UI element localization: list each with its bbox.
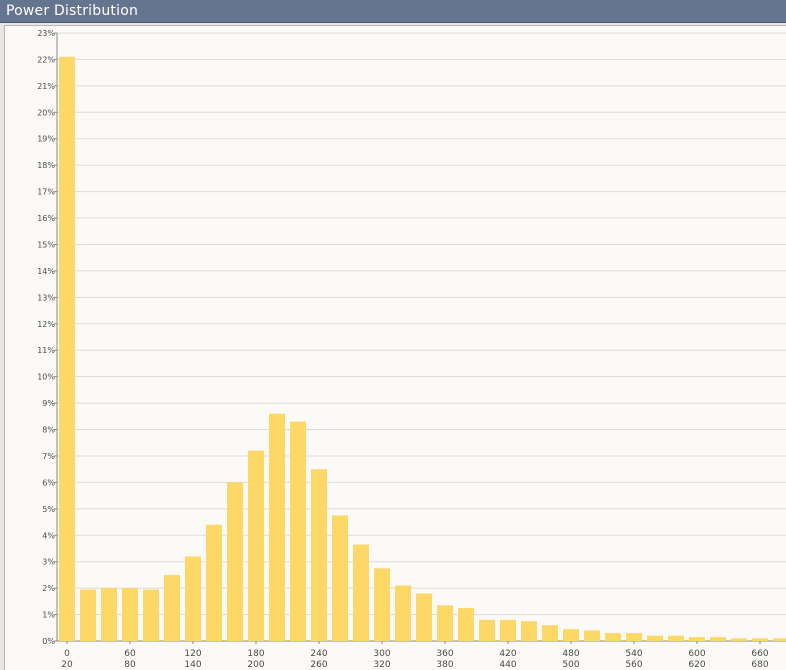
y-tick-label: 18%: [37, 161, 55, 170]
bar: [101, 588, 117, 641]
y-tick-label: 2%: [42, 584, 55, 593]
bar: [500, 619, 516, 641]
bar: [668, 635, 684, 641]
bar: [647, 635, 663, 641]
y-tick-label: 5%: [42, 505, 55, 514]
bar: [59, 56, 75, 641]
bar: [752, 638, 768, 641]
y-tick-label: 19%: [37, 135, 55, 144]
y-tick-label: 11%: [37, 346, 55, 355]
y-tick-label: 17%: [37, 188, 55, 197]
bar: [353, 544, 369, 641]
x-tick-label: 0: [64, 649, 70, 659]
bar: [458, 607, 474, 641]
x-tick-label: 600: [688, 649, 705, 659]
bar: [227, 482, 243, 641]
x-tick-label: 260: [310, 660, 327, 669]
bar: [689, 637, 705, 641]
bar: [584, 630, 600, 641]
x-tick-label: 540: [625, 649, 642, 659]
bar: [122, 588, 138, 641]
x-tick-label: 140: [184, 660, 201, 669]
y-tick-label: 16%: [37, 214, 55, 223]
x-tick-label: 660: [751, 649, 768, 659]
y-tick-label: 4%: [42, 531, 55, 540]
x-tick-label: 20: [61, 660, 73, 669]
y-tick-label: 20%: [37, 108, 55, 117]
bar: [437, 605, 453, 641]
x-tick-label: 420: [499, 649, 516, 659]
x-tick-label: 560: [625, 660, 642, 669]
bar: [269, 413, 285, 641]
x-tick-label: 180: [247, 649, 264, 659]
bar: [143, 589, 159, 641]
y-tick-label: 22%: [37, 55, 55, 64]
bar: [479, 619, 495, 641]
bar: [290, 421, 306, 641]
y-tick-label: 23%: [37, 29, 55, 38]
x-tick-label: 120: [184, 649, 201, 659]
bar: [374, 568, 390, 641]
x-tick-label: 60: [124, 649, 136, 659]
x-tick-label: 620: [688, 660, 705, 669]
y-tick-label: 13%: [37, 293, 55, 302]
y-tick-label: 10%: [37, 373, 55, 382]
y-tick-label: 12%: [37, 320, 55, 329]
bar: [80, 589, 96, 641]
bar: [206, 524, 222, 641]
y-tick-label: 7%: [42, 452, 55, 461]
y-tick-label: 14%: [37, 267, 55, 276]
y-tick-label: 1%: [42, 611, 55, 620]
x-tick-label: 320: [373, 660, 390, 669]
x-tick-label: 300: [373, 649, 390, 659]
x-tick-label: 480: [562, 649, 579, 659]
bar: [185, 556, 201, 641]
y-tick-label: 9%: [42, 399, 55, 408]
power-distribution-chart: 0% 1% 2% 3% 4% 5% 6% 7% 8% 9% 10% 11% 12% 13% 14% 15% 16…: [37, 29, 786, 669]
bar: [563, 629, 579, 641]
bar: [332, 515, 348, 641]
app-window: Power Distribution 0% 1% 2% 3% 4% 5% 6% 7% 8% 9% 1…: [0, 0, 786, 670]
x-tick-label: 240: [310, 649, 327, 659]
bar: [542, 625, 558, 641]
bar: [164, 574, 180, 641]
y-tick-label: 8%: [42, 426, 55, 435]
y-tick-label: 0%: [42, 637, 55, 646]
x-tick-label: 200: [247, 660, 264, 669]
bar: [521, 621, 537, 641]
bar: [248, 450, 264, 641]
y-tick-label: 15%: [37, 240, 55, 249]
bar: [773, 638, 786, 641]
x-tick-label: 500: [562, 660, 579, 669]
x-tick-label: 680: [751, 660, 768, 669]
bar: [605, 633, 621, 641]
bar: [710, 637, 726, 641]
bar: [416, 593, 432, 641]
y-tick-label: 3%: [42, 558, 55, 567]
bar: [311, 469, 327, 641]
x-tick-label: 440: [499, 660, 516, 669]
y-tick-label: 21%: [37, 82, 55, 91]
bar: [731, 638, 747, 641]
x-tick-label: 80: [124, 660, 136, 669]
y-tick-label: 6%: [42, 478, 55, 487]
x-tick-label: 380: [436, 660, 453, 669]
bar: [395, 585, 411, 641]
x-tick-label: 360: [436, 649, 453, 659]
bar: [626, 633, 642, 641]
